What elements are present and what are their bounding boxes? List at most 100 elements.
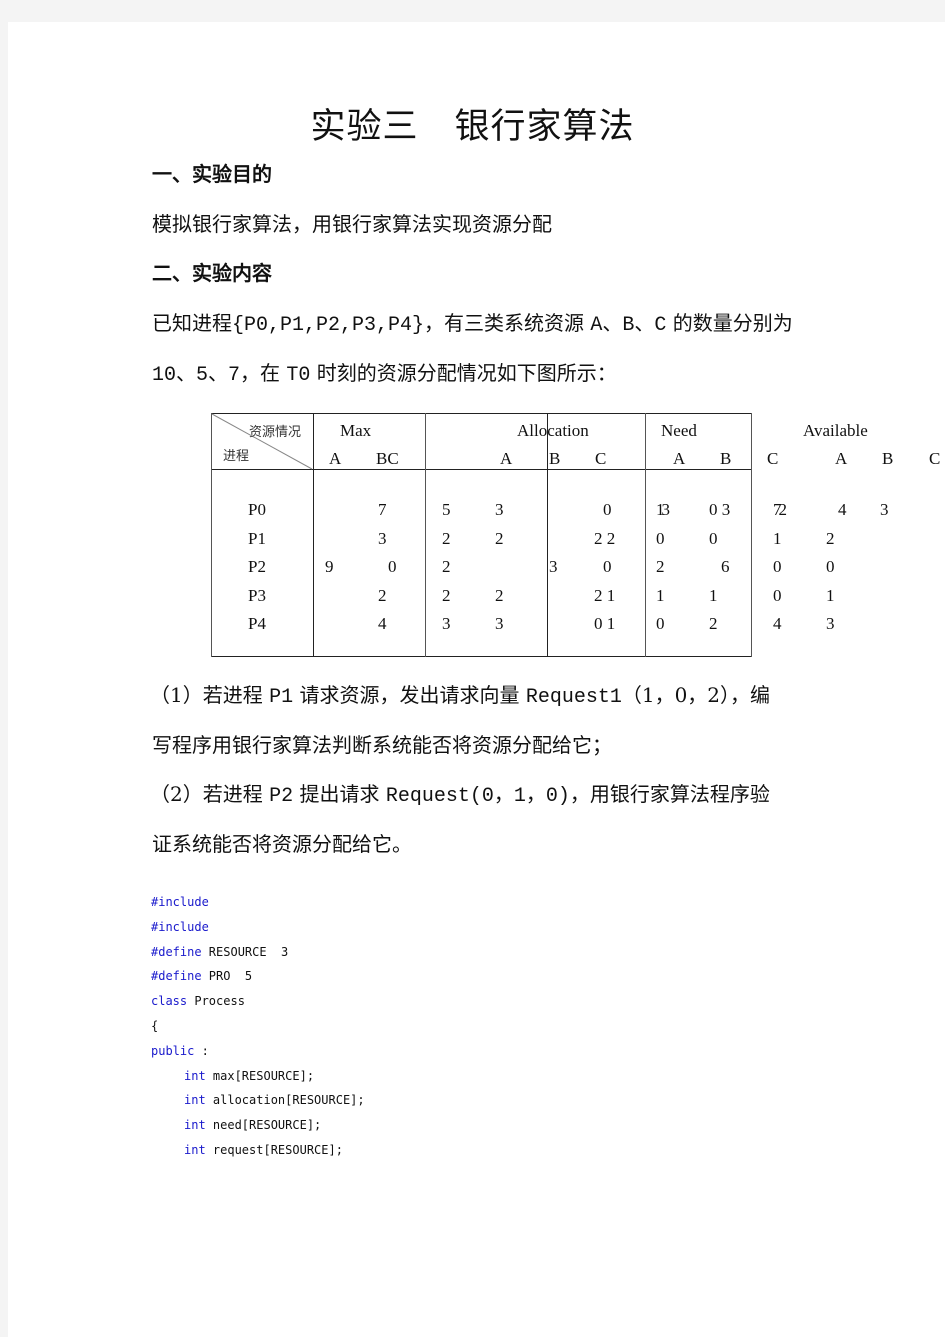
subheader-need-b: B xyxy=(720,449,732,468)
code-keyword: class xyxy=(151,994,188,1008)
subheader-alloc-c: C xyxy=(595,449,607,468)
code-keyword: #include xyxy=(151,920,209,934)
question-2-line-2: 证系统能否将资源分配给它。 xyxy=(152,832,412,856)
code-keyword: public xyxy=(151,1044,195,1058)
request-vector: Request(0，1，0) xyxy=(385,785,570,808)
subheader-alloc-b: B xyxy=(549,449,561,468)
cell-need-1: 1 xyxy=(656,586,665,605)
corner-label-resources: 资源情况 xyxy=(249,425,302,440)
code-text: RESOURCE 3 xyxy=(201,945,289,959)
code-text: need[RESOURCE]; xyxy=(205,1118,322,1132)
cell-need-1: 0 xyxy=(656,614,665,633)
cell-need-2: 0 xyxy=(709,529,718,548)
cell-alloc-2: 3 xyxy=(495,614,504,633)
cell-alloc-1: 5 xyxy=(442,500,451,519)
code-keyword: #define xyxy=(151,969,202,983)
intro-text: 已知进程 xyxy=(152,311,232,335)
code-text: PRO 5 xyxy=(201,969,253,983)
column-divider xyxy=(547,413,548,657)
code-line: #include xyxy=(151,895,209,909)
question-text: ，用银行家算法程序验 xyxy=(569,782,770,806)
table-border-right xyxy=(751,413,752,657)
code-text: { xyxy=(151,1019,159,1033)
code-line: { xyxy=(151,1019,158,1033)
cell-need-2: 6 xyxy=(721,557,730,576)
subheader-avail-b: B xyxy=(882,449,894,468)
cell-avail-2: 3 xyxy=(826,614,835,633)
subheader-max-bc: BC xyxy=(376,449,399,468)
cell-max-bc: 7 xyxy=(378,500,387,519)
subheader-max-a: A xyxy=(329,449,342,468)
cell-alloc-1: 2 xyxy=(442,529,451,548)
cell-need-2: 1 xyxy=(709,586,718,605)
resource-counts: 10、5、7 xyxy=(152,364,241,387)
question-text: （1）若进程 xyxy=(150,683,270,707)
cell-max-bc: 2 xyxy=(378,586,387,605)
code-line: public : xyxy=(151,1044,209,1058)
header-max: Max xyxy=(340,421,372,440)
question-text: 请求资源，发出请求向量 xyxy=(293,683,526,707)
row-process-label: P0 xyxy=(248,500,266,519)
code-keyword: int xyxy=(184,1093,206,1107)
row-process-label: P2 xyxy=(248,557,266,576)
code-text: max[RESOURCE]; xyxy=(205,1069,315,1083)
cell-alloc-2: 2 xyxy=(495,529,504,548)
code-keyword: int xyxy=(184,1118,206,1132)
subheader-avail-c2: C xyxy=(929,449,941,468)
code-line: int allocation[RESOURCE]; xyxy=(184,1093,365,1107)
purpose-paragraph: 模拟银行家算法，用银行家算法实现资源分配 xyxy=(152,212,552,236)
process-name: P2 xyxy=(269,785,294,808)
intro-text: ，有三类系统资源 xyxy=(424,311,591,335)
cell-need-2: 0 3 xyxy=(709,500,731,519)
cell-avail-2: 2 xyxy=(826,529,835,548)
title-experiment-number: 实验三 xyxy=(310,107,419,147)
cell-alloc-4: 0 1 xyxy=(594,614,616,633)
code-text: Process xyxy=(187,994,245,1008)
cell-alloc-4: 0 xyxy=(603,557,612,576)
header-allocation: Allocation xyxy=(517,421,589,440)
cell-alloc-4: 2 2 xyxy=(594,529,616,548)
code-text: request[RESOURCE]; xyxy=(205,1143,343,1157)
cell-alloc-1: 2 xyxy=(442,557,451,576)
code-keyword: int xyxy=(184,1069,206,1083)
code-line: int request[RESOURCE]; xyxy=(184,1143,343,1157)
intro-text: ，在 xyxy=(240,361,287,385)
cell-alloc-1: 2 xyxy=(442,586,451,605)
code-text: allocation[RESOURCE]; xyxy=(205,1093,365,1107)
code-line: int max[RESOURCE]; xyxy=(184,1069,314,1083)
subheader-avail-c: C xyxy=(767,449,779,468)
title-topic: 银行家算法 xyxy=(454,107,635,147)
code-keyword: int xyxy=(184,1143,206,1157)
intro-text: 的数量分别为 xyxy=(666,311,793,335)
column-divider xyxy=(425,413,426,657)
cell-need-1: 0 xyxy=(656,529,665,548)
question-text: 提出请求 xyxy=(293,782,386,806)
row-process-label: P3 xyxy=(248,586,266,605)
cell-max-bc: 4 xyxy=(378,614,387,633)
row-process-label: P4 xyxy=(248,614,266,633)
cell-avail-2: 4 xyxy=(838,500,847,519)
cell-alloc-1: 3 xyxy=(442,614,451,633)
question-text: （2）若进程 xyxy=(150,782,270,806)
corner-label-process: 进程 xyxy=(223,449,250,464)
process-name: P1 xyxy=(269,686,294,709)
request-vector-name: Request1 xyxy=(525,686,622,709)
cell-avail-2: 1 xyxy=(826,586,835,605)
cell-alloc-4: 0 xyxy=(603,500,612,519)
row-process-label: P1 xyxy=(248,529,266,548)
cell-need-2: 2 xyxy=(709,614,718,633)
section-heading-purpose: 一、实验目的 xyxy=(152,162,272,186)
code-keyword: #define xyxy=(151,945,202,959)
cell-max-a: 9 xyxy=(325,557,334,576)
resource-list: A、B、C xyxy=(590,314,667,337)
cell-avail-1: 1 xyxy=(773,529,782,548)
process-set: {P0,P1,P2,P3,P4} xyxy=(232,314,425,337)
subheader-alloc-a: A xyxy=(500,449,513,468)
request-vector-value: （1，0，2） xyxy=(621,683,731,707)
question-1-line-2: 写程序用银行家算法判断系统能否将资源分配给它； xyxy=(152,733,612,757)
cell-avail-2: 0 xyxy=(826,557,835,576)
subheader-avail-a: A xyxy=(835,449,848,468)
code-line: int need[RESOURCE]; xyxy=(184,1118,321,1132)
code-line: #include xyxy=(151,920,209,934)
time-label: T0 xyxy=(286,364,311,387)
